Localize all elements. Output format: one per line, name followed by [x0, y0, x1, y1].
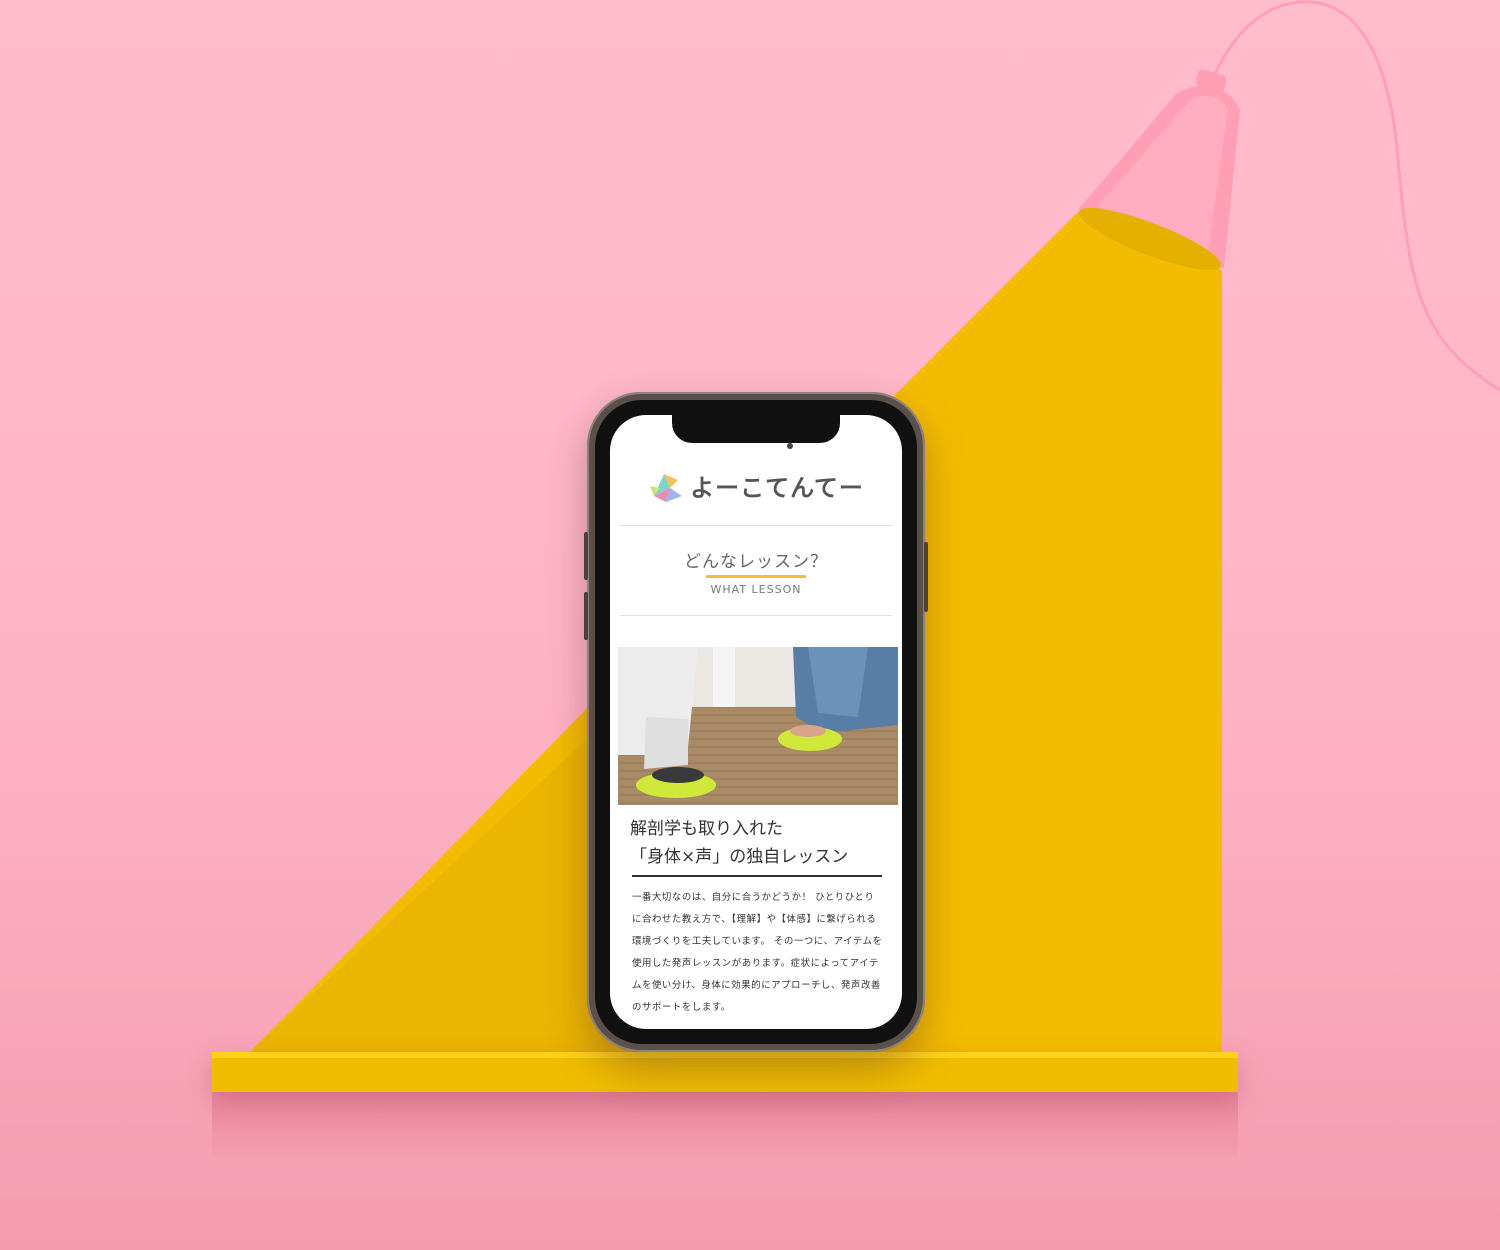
- headline: 解剖学も取り入れた 「身体×声」の独自レッスン: [630, 815, 890, 871]
- site-logo[interactable]: よーこてんてー: [610, 455, 902, 515]
- section-divider: [620, 615, 892, 616]
- body-text: 一番大切なのは、自分に合うかどうか！ ひとりひとりに合わせた教え方で、【理解】や…: [632, 892, 883, 1013]
- scene: よーこてんてー どんなレッスン？ WHAT LESSON 解剖学も取り入れた 「…: [0, 0, 1500, 1250]
- shelf-edge: [212, 1052, 1238, 1058]
- lesson-photo-illustration: [618, 647, 898, 805]
- smartphone: よーこてんてー どんなレッスン？ WHAT LESSON 解剖学も取り入れた 「…: [584, 392, 928, 1052]
- title-underline: [706, 575, 806, 578]
- headline-line-1: 解剖学も取り入れた: [630, 819, 783, 839]
- lesson-photo: [618, 647, 898, 805]
- phone-screen[interactable]: よーこてんてー どんなレッスン？ WHAT LESSON 解剖学も取り入れた 「…: [610, 415, 902, 1029]
- volume-down-button: [584, 592, 588, 640]
- volume-up-button: [584, 532, 588, 580]
- shelf-shadow: [212, 1092, 1238, 1162]
- camera-icon: [787, 443, 793, 449]
- headline-rule: [632, 875, 882, 877]
- section-title: どんなレッスン？: [684, 552, 828, 572]
- headline-line-2: 「身体×声」の独自レッスン: [630, 847, 849, 867]
- shelf: [212, 1052, 1238, 1092]
- notch: [672, 415, 840, 443]
- logo-text: よーこてんてー: [690, 473, 864, 502]
- lamp-cord: [1210, 0, 1500, 392]
- power-button: [924, 542, 928, 612]
- header-divider: [620, 525, 892, 526]
- section-subtitle: WHAT LESSON: [710, 583, 802, 596]
- logo-icon: [650, 474, 683, 502]
